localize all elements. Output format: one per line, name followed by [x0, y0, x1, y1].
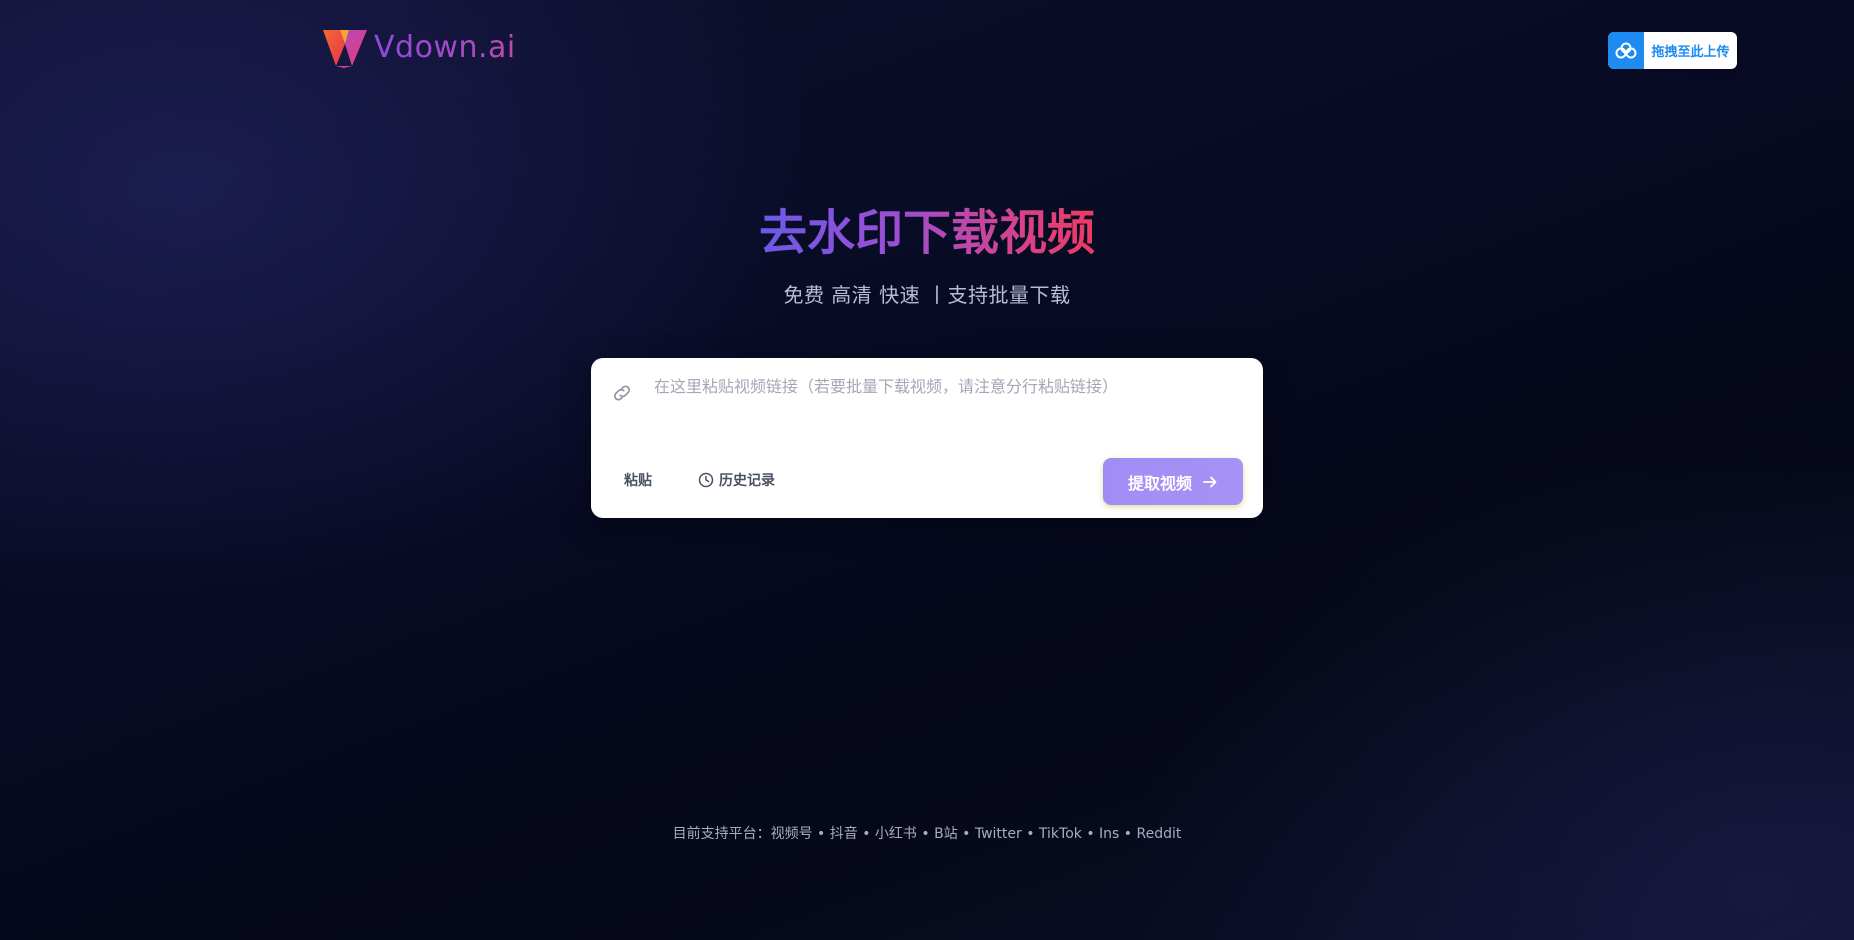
brand-logo[interactable]: Vdown.ai [322, 28, 516, 68]
v-logo-icon [323, 30, 367, 68]
paste-button-label: 粘贴 [624, 473, 652, 489]
brand-name: Vdown.ai [374, 28, 516, 68]
arrow-right-icon [1203, 476, 1217, 487]
link-icon [614, 385, 630, 401]
drag-upload-label: 拖拽至此上传 [1651, 45, 1730, 60]
extract-video-button[interactable]: 提取视频 [1103, 458, 1243, 505]
cloud-upload-icon [1615, 42, 1637, 58]
supported-platforms-text: 目前支持平台：视频号 • 抖音 • 小红书 • B站 • Twitter • T… [672, 826, 1182, 842]
drag-upload-button[interactable]: 拖拽至此上传 [1608, 32, 1737, 69]
history-button[interactable]: 历史记录 [694, 467, 779, 493]
upload-icon-container [1608, 32, 1644, 69]
video-url-input[interactable] [654, 374, 1234, 434]
page-subtitle: 免费 高清 快速 丨支持批量下载 [783, 283, 1071, 307]
link-input-card: 粘贴 历史记录 提取视频 [591, 358, 1263, 518]
clock-icon [698, 472, 714, 488]
page-title-text: 去水印下载视频 [758, 205, 1095, 261]
extract-video-label: 提取视频 [1127, 475, 1192, 493]
history-button-label: 历史记录 [719, 473, 775, 489]
paste-button[interactable]: 粘贴 [614, 467, 662, 493]
page-title: 去水印下载视频 [0, 200, 1854, 266]
